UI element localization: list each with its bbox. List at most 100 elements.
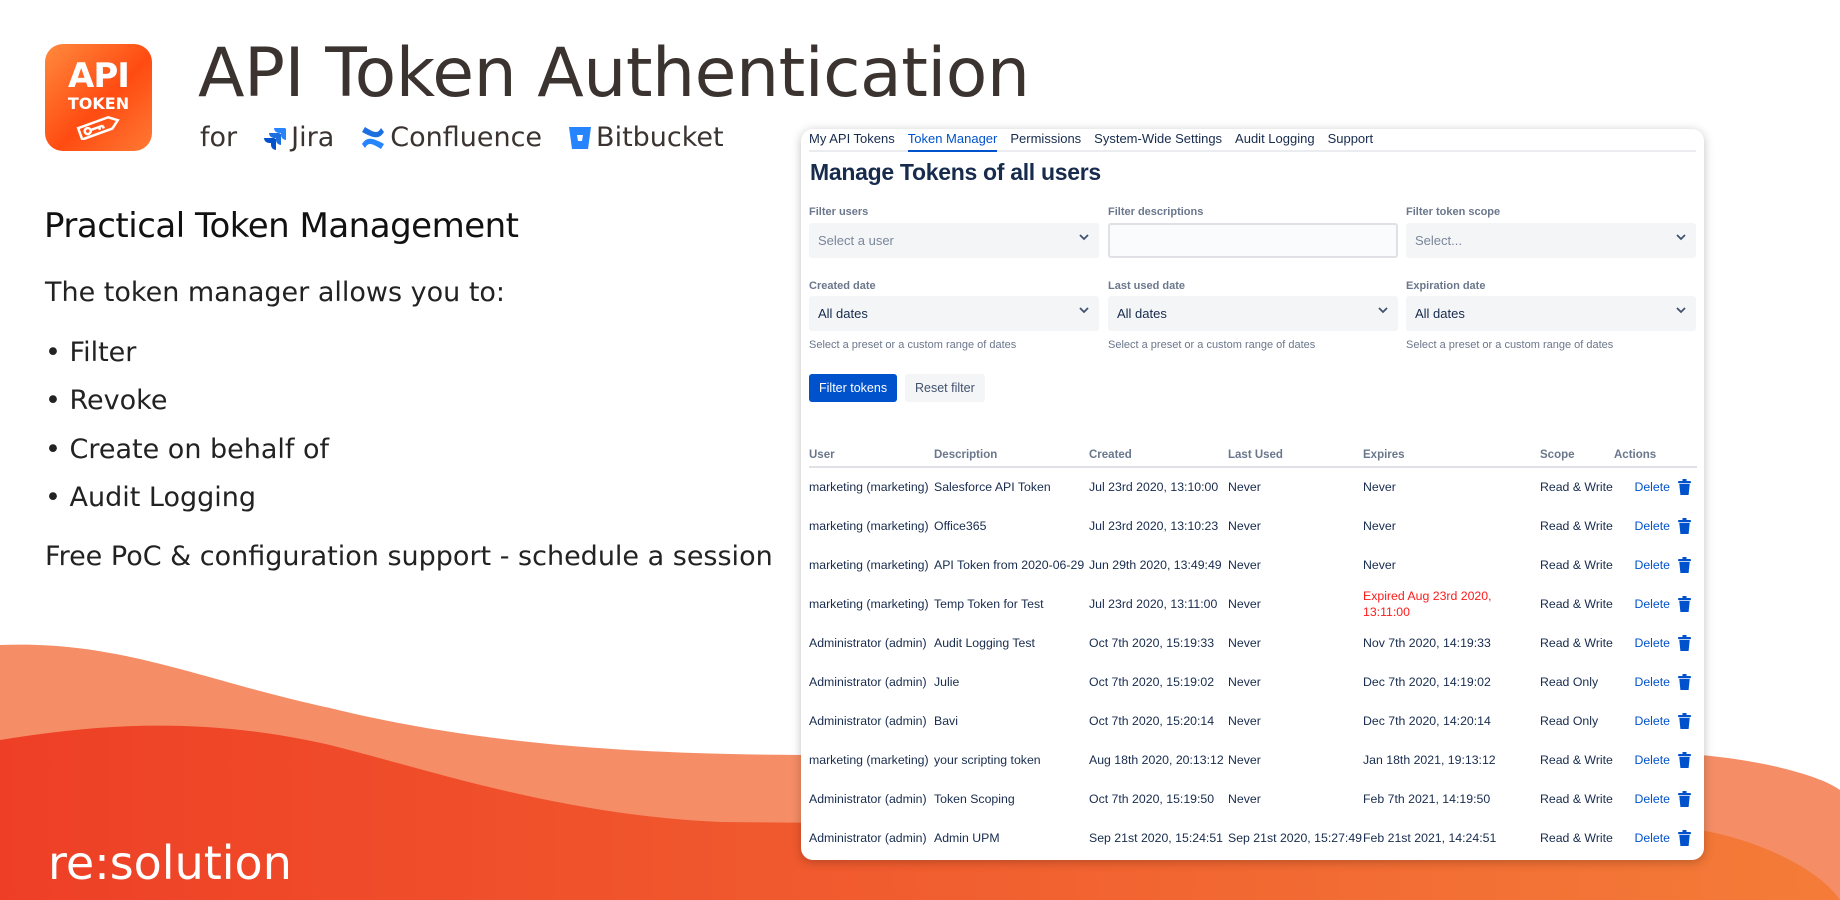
delete-button[interactable]: Delete [1614,829,1697,846]
filter-users-select[interactable]: Select a user [809,223,1099,258]
cell-user: marketing (marketing) [809,518,929,533]
cell-user: Administrator (admin) [809,713,927,728]
filter-users-label: Filter users [809,206,869,218]
table-row: Administrator (admin) Audit Logging Test O… [809,623,1697,662]
delete-button[interactable]: Delete [1614,595,1697,612]
delete-button[interactable]: Delete [1614,517,1697,534]
table-row: Administrator (admin) Token Scoping Oct 7t… [809,779,1697,818]
delete-label: Delete [1634,713,1670,728]
filter-descriptions-input[interactable] [1108,223,1398,258]
cell-expires: Nov 7th 2020, 14:19:33 [1363,635,1491,650]
last-used-date-select[interactable]: All dates [1108,296,1398,331]
delete-button[interactable]: Delete [1614,712,1697,729]
trash-icon[interactable] [1678,517,1691,534]
select-value: All dates [1117,306,1167,321]
cell-description: Bavi [934,713,958,728]
delete-button[interactable]: Delete [1614,673,1697,690]
cell-user: marketing (marketing) [809,752,929,767]
trash-icon[interactable] [1678,673,1691,690]
table-row: marketing (marketing) Temp Token for Test… [809,584,1697,623]
expiration-date-help: Select a preset or a custom range of dat… [1406,339,1614,351]
filter-tokens-button[interactable]: Filter tokens [809,374,898,402]
table-row: Administrator (admin) Julie Oct 7th 2020, … [809,662,1697,701]
cell-expires: Feb 21st 2021, 14:24:51 [1363,830,1497,845]
delete-button[interactable]: Delete [1614,790,1697,807]
product-jira: Jira [263,122,334,153]
tab-my-api-tokens[interactable]: My API Tokens [809,129,895,152]
trash-icon[interactable] [1678,829,1691,846]
trash-icon[interactable] [1678,595,1691,612]
table-row: marketing (marketing) Office365 Jul 23rd 2… [809,506,1697,545]
filter-scope-select[interactable]: Select... [1406,223,1696,258]
cell-created: Jun 29th 2020, 13:49:49 [1089,557,1222,572]
trash-icon[interactable] [1678,790,1691,807]
cell-expires: Expired Aug 23rd 2020, 13:11:00 [1363,588,1492,619]
cell-actions: Delete [1614,506,1697,545]
cell-expires: Never [1363,557,1396,572]
expiration-date-select[interactable]: All dates [1406,296,1696,331]
bitbucket-icon [569,126,592,149]
delete-label: Delete [1634,674,1670,689]
table-row: Administrator (admin) Admin UPM Sep 21st 2… [809,818,1697,857]
cell-expires: Dec 7th 2020, 14:19:02 [1363,674,1491,689]
delete-label: Delete [1634,596,1670,611]
reset-filter-button[interactable]: Reset filter [905,374,985,402]
api-token-logo: API TOKEN [45,44,152,151]
delete-button[interactable]: Delete [1614,634,1697,651]
column-header: Last Used [1228,449,1363,468]
column-header: Expires [1363,449,1540,468]
select-value: All dates [1415,306,1465,321]
cell-user: Administrator (admin) [809,635,927,650]
column-header: Created [1089,449,1228,468]
logo-text-api: API [68,56,130,96]
column-header: Description [934,449,1089,468]
chevron-down-icon [1676,307,1686,314]
cell-actions: Delete [1614,623,1697,662]
cell-created: Oct 7th 2020, 15:19:33 [1089,635,1215,650]
cell-user: Administrator (admin) [809,830,927,845]
created-date-select[interactable]: All dates [809,296,1099,331]
cell-user: marketing (marketing) [809,596,929,611]
select-value: All dates [818,306,868,321]
tab-permissions[interactable]: Permissions [1010,129,1081,152]
cell-actions: Delete [1614,662,1697,701]
trash-icon[interactable] [1678,634,1691,651]
cell-created: Oct 7th 2020, 15:19:02 [1089,674,1215,689]
table-row: marketing (marketing) Salesforce API Toke… [809,467,1697,506]
cell-last-used: Never [1228,518,1261,533]
delete-button[interactable]: Delete [1614,751,1697,768]
filter-descriptions-label: Filter descriptions [1108,206,1204,218]
delete-button[interactable]: Delete [1614,479,1697,495]
trash-icon[interactable] [1678,556,1691,573]
cell-scope: Read & Write [1540,518,1613,533]
cell-expires: Jan 18th 2021, 19:13:12 [1363,752,1496,767]
delete-button[interactable]: Delete [1614,556,1697,573]
trash-icon[interactable] [1678,751,1691,768]
cell-scope: Read & Write [1540,635,1613,650]
filter-scope-label: Filter token scope [1406,206,1501,218]
tab-support[interactable]: Support [1328,129,1374,152]
tag-key-icon [76,115,120,140]
jira-icon [264,127,287,150]
cell-last-used: Never [1228,480,1261,494]
intro-text: The token manager allows you to: [45,277,506,308]
cell-scope: Read Only [1540,713,1599,728]
tokens-table: User Description Created Last Used Expires Sc… [809,449,1697,857]
tab-audit-logging[interactable]: Audit Logging [1235,129,1315,152]
cell-scope: Read Only [1540,674,1599,689]
tab-system-wide-settings[interactable]: System-Wide Settings [1094,129,1222,152]
delete-label: Delete [1634,480,1670,494]
delete-label: Delete [1634,635,1670,650]
tab-token-manager[interactable]: Token Manager [907,129,998,152]
cell-description: Office365 [934,518,987,533]
trash-icon[interactable] [1678,479,1691,495]
product-name: Confluence [390,122,543,153]
cell-created: Aug 18th 2020, 20:13:12 [1089,752,1224,767]
nav-tabs: My API Tokens Token Manager Permissions … [809,129,1696,152]
last-used-date-label: Last used date [1108,280,1186,292]
product-confluence: Confluence [360,122,542,153]
page-title: Manage Tokens of all users [810,159,1101,185]
trash-icon[interactable] [1678,712,1691,729]
product-bitbucket: Bitbucket [568,122,724,153]
cell-actions: Delete [1614,779,1697,818]
